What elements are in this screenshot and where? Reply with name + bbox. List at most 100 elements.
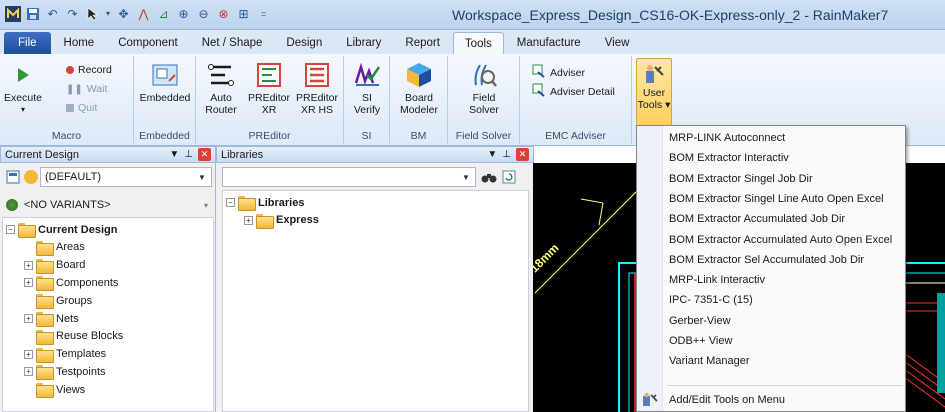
adviser-button[interactable]: Adviser [532, 64, 585, 81]
folder-icon [36, 312, 54, 327]
tree-item-board[interactable]: + Board [24, 257, 85, 274]
field-solver-button[interactable]: Field Solver [462, 60, 506, 116]
tab-manufacture[interactable]: Manufacture [506, 32, 592, 54]
chevron-down-icon[interactable]: ▼ [195, 170, 209, 184]
wait-button[interactable]: ❚❚ Wait [66, 83, 107, 95]
user-tools-button[interactable]: User Tools ▾ [636, 58, 672, 126]
close-icon[interactable]: ✕ [198, 148, 211, 161]
expand-icon[interactable]: + [24, 278, 33, 288]
refresh-icon[interactable] [500, 168, 518, 186]
tab-tools[interactable]: Tools [452, 32, 504, 54]
variants-combo-value: <NO VARIANTS> [24, 199, 111, 211]
collapse-icon[interactable]: − [6, 225, 15, 234]
measure-icon[interactable]: ⊿ [155, 5, 172, 22]
menu-item-bom-extractor-singel-line-auto-open-excel[interactable]: BOM Extractor Singel Line Auto Open Exce… [637, 189, 905, 209]
variants-combo[interactable]: <NO VARIANTS> ▾ [4, 196, 212, 214]
tab-net-shape[interactable]: Net / Shape [191, 32, 274, 54]
board-modeler-label-2: Modeler [400, 104, 438, 116]
pin-icon[interactable]: ⊥ [184, 149, 193, 160]
menu-item-ipc-7351-c-15[interactable]: IPC- 7351-C (15) [637, 290, 905, 310]
menu-item-bom-extractor-sel-accumulated-job-dir[interactable]: BOM Extractor Sel Accumulated Job Dir [637, 250, 905, 270]
move-icon[interactable]: ✥ [115, 5, 132, 22]
binoculars-icon[interactable] [480, 168, 498, 186]
tree-item-reuse-blocks[interactable]: Reuse Blocks [24, 328, 123, 345]
collapse-icon[interactable]: − [226, 198, 235, 207]
tab-component[interactable]: Component [107, 32, 188, 54]
field-solver-label-2: Solver [469, 104, 499, 116]
panel-menu-icon[interactable]: ▼ [487, 149, 497, 160]
chevron-down-icon[interactable]: ▾ [204, 201, 208, 210]
tree-item-groups[interactable]: Groups [24, 292, 92, 310]
dropdown-arrow-icon[interactable]: ▾ [104, 5, 112, 22]
library-item-libraries[interactable]: − Libraries [226, 194, 304, 211]
menu-item-mrp-link-autoconnect[interactable]: MRP-LINK Autoconnect [637, 128, 905, 148]
menu-item-bom-extractor-accumulated-auto-open-excel[interactable]: BOM Extractor Accumulated Auto Open Exce… [637, 230, 905, 250]
zoom-fit-icon[interactable]: ⊞ [235, 5, 252, 22]
record-button[interactable]: Record [66, 64, 112, 76]
tree-item-areas[interactable]: Areas [24, 239, 85, 256]
tab-design[interactable]: Design [275, 32, 333, 54]
si-verify-button[interactable]: SI Verify [348, 60, 386, 116]
tab-view[interactable]: View [594, 32, 641, 54]
tab-home[interactable]: Home [53, 32, 106, 54]
preditor-xr-hs-button[interactable]: PREditor XR HS [294, 60, 340, 116]
menu-item-odb-view[interactable]: ODB++ View [637, 331, 905, 351]
menu-item-bom-extractor-accumulated-job-dir[interactable]: BOM Extractor Accumulated Job Dir [637, 209, 905, 229]
menu-item-bom-extractor-singel-job-dir[interactable]: BOM Extractor Singel Job Dir [637, 169, 905, 189]
menu-item-add-edit-tools[interactable]: Add/Edit Tools on Menu [637, 390, 905, 410]
library-item-express[interactable]: + Express [244, 212, 319, 229]
adviser-detail-button[interactable]: Adviser Detail [532, 83, 615, 100]
tree-item-nets[interactable]: + Nets [24, 310, 79, 327]
preditor-xr-icon [254, 60, 284, 90]
chevron-down-icon[interactable]: ▼ [459, 170, 473, 184]
menu-item-variant-manager[interactable]: Variant Manager [637, 351, 905, 371]
expand-icon[interactable]: + [24, 349, 33, 359]
save-icon[interactable] [24, 5, 41, 22]
user-tools-menu: MRP-LINK Autoconnect BOM Extractor Intera… [636, 125, 906, 412]
folder-icon [36, 258, 54, 274]
tree-item-components[interactable]: + Components [24, 274, 119, 292]
app-icon[interactable] [4, 5, 21, 22]
zoom-in-icon[interactable]: ⊕ [175, 5, 192, 22]
menu-item-gerber-view[interactable]: Gerber-View [637, 311, 905, 331]
route-icon[interactable]: ⋀ [135, 5, 152, 22]
embedded-button[interactable]: Embedded [138, 60, 192, 104]
tree-item-templates[interactable]: + Templates [24, 346, 106, 363]
tab-report[interactable]: Report [394, 32, 451, 54]
board-modeler-button[interactable]: Board Modeler [394, 60, 444, 116]
design-combo[interactable]: (DEFAULT) ▼ [40, 167, 212, 187]
customize-toolbar-icon[interactable]: = [255, 5, 272, 22]
tree-item-current-design[interactable]: − Current Design [6, 221, 117, 238]
expand-icon[interactable]: + [24, 314, 33, 323]
group-bm: Board Modeler BM [390, 56, 448, 144]
tree-item-views[interactable]: Views [24, 381, 85, 399]
menu-item-mrp-link-interactiv[interactable]: MRP-Link Interactiv [637, 270, 905, 290]
select-pointer-icon[interactable] [84, 5, 101, 22]
menu-item-bom-extractor-interactiv[interactable]: BOM Extractor Interactiv [637, 148, 905, 168]
preditor-xr-button[interactable]: PREditor XR [246, 60, 292, 116]
library-search-combo[interactable]: ▼ [222, 167, 476, 187]
execute-button[interactable]: Execute ▾ [2, 60, 44, 116]
redo-icon[interactable]: ↷ [64, 5, 81, 22]
zoom-out-icon[interactable]: ⊖ [195, 5, 212, 22]
expand-icon[interactable]: + [244, 215, 253, 225]
si-verify-label-2: Verify [353, 104, 381, 116]
dimension-line [534, 176, 652, 294]
undo-icon[interactable]: ↶ [44, 5, 61, 22]
close-icon[interactable]: ✕ [516, 148, 529, 161]
user-tools-label-1: User [642, 87, 666, 99]
design-view-icon[interactable] [4, 168, 22, 186]
tab-library[interactable]: Library [335, 32, 392, 54]
tree-item-testpoints[interactable]: + Testpoints [24, 363, 106, 381]
pin-icon[interactable]: ⊥ [502, 149, 511, 160]
expand-icon[interactable]: + [24, 260, 33, 270]
tab-file[interactable]: File [4, 32, 51, 54]
auto-router-button[interactable]: Auto Router [200, 60, 242, 116]
menu-item-label: IPC- 7351-C (15) [669, 294, 753, 307]
expand-icon[interactable]: + [24, 367, 33, 377]
zoom-window-icon[interactable]: ⊗ [215, 5, 232, 22]
quit-button[interactable]: Quit [66, 102, 97, 114]
tree-item-label: Components [56, 276, 119, 289]
tree-item-label: Libraries [258, 196, 305, 209]
panel-menu-icon[interactable]: ▼ [169, 149, 179, 160]
